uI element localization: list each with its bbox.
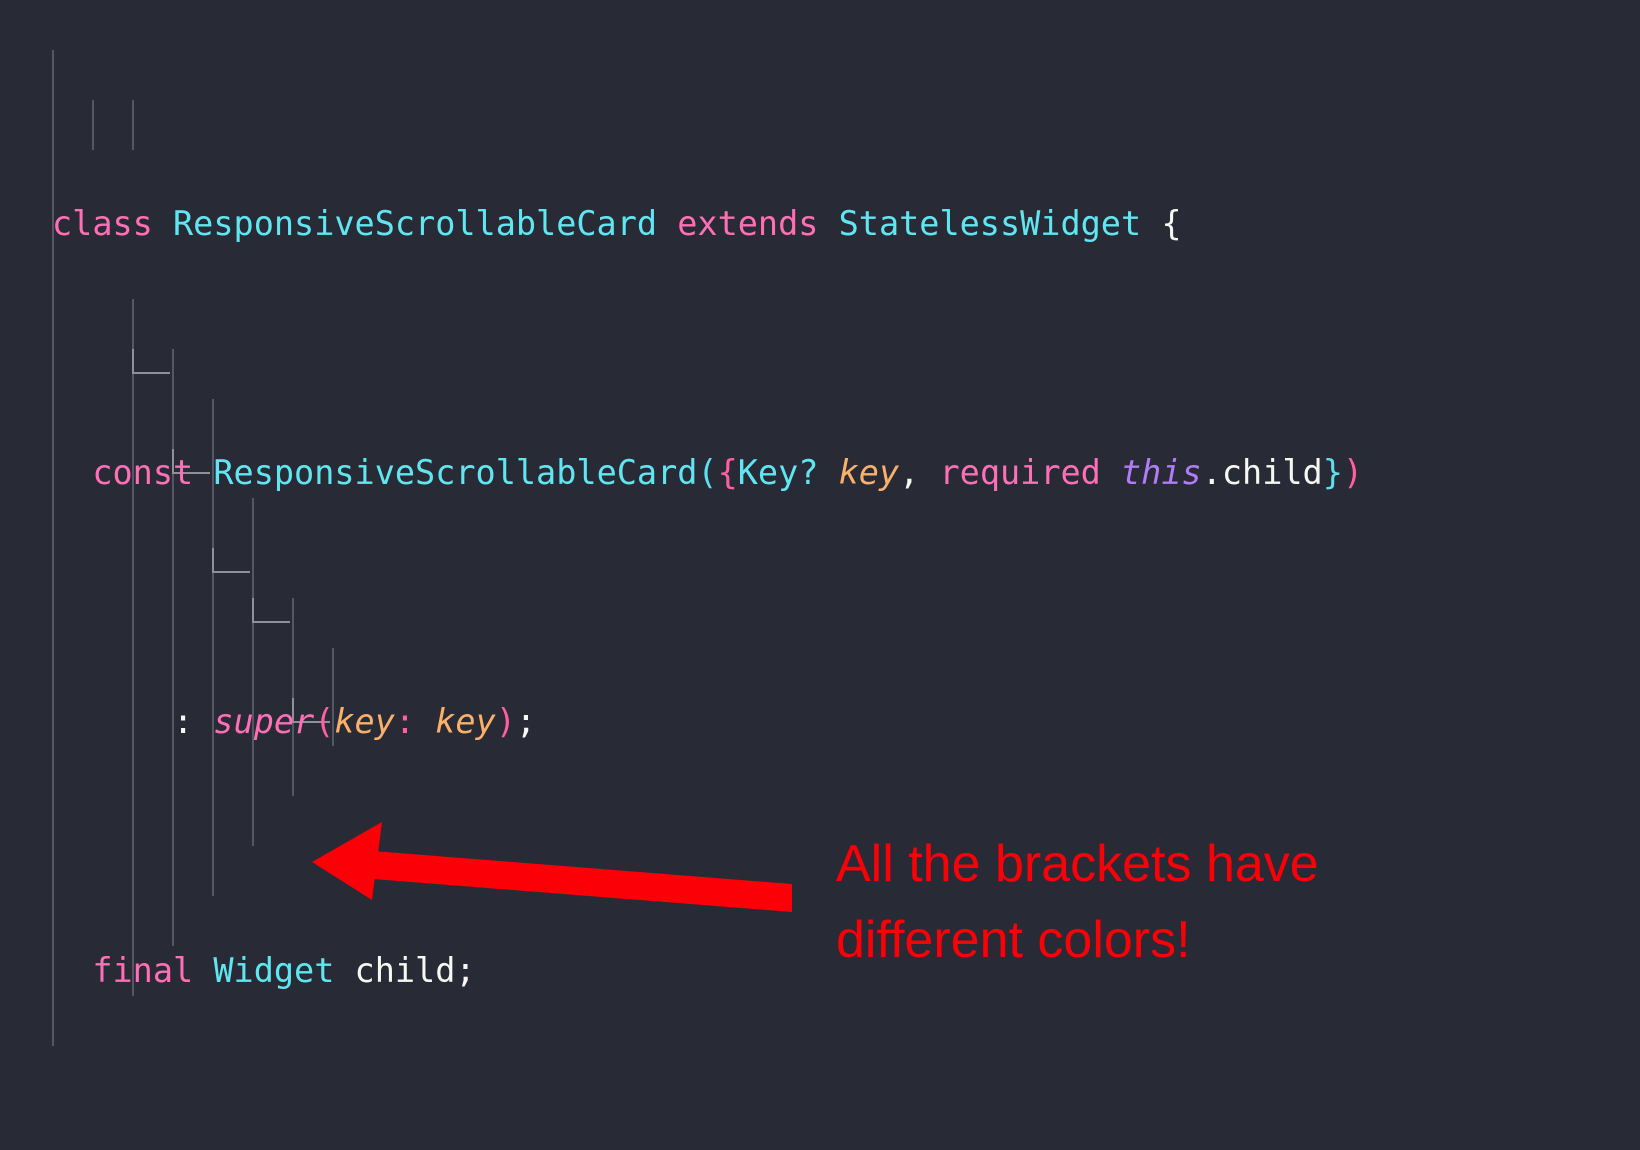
key-param: key	[838, 453, 900, 493]
semicolon: ;	[515, 702, 537, 742]
field-type: Widget	[213, 951, 335, 991]
keyword-extends: extends	[677, 204, 819, 244]
field-name: child;	[354, 951, 476, 991]
indent-elbow	[212, 548, 252, 573]
key-label: key	[334, 702, 395, 742]
indent-guide	[92, 100, 94, 150]
code-screenshot: class ResponsiveScrollableCard extends S…	[0, 0, 1640, 1150]
bracket-open-paren: (	[697, 453, 718, 493]
initializer-colon: :	[173, 702, 194, 742]
annotation-text: All the brackets have different colors!	[836, 835, 1319, 969]
member-child: .child	[1201, 453, 1323, 493]
key-value: key	[435, 702, 496, 742]
bracket-open-brace: {	[1161, 204, 1182, 244]
keyword-final: final	[92, 951, 194, 991]
code-line: class ResponsiveScrollableCard extends S…	[0, 199, 1640, 249]
indent-elbow	[132, 349, 172, 374]
key-type: Key?	[737, 453, 819, 493]
indent-guide	[52, 50, 54, 1046]
keyword-const: const	[92, 453, 194, 493]
bracket-open-brace: {	[717, 453, 738, 493]
constructor-name: ResponsiveScrollableCard	[213, 453, 698, 493]
superclass-name: StatelessWidget	[838, 204, 1142, 244]
indent-elbow	[252, 598, 292, 623]
bracket-close-brace: }	[1322, 453, 1343, 493]
keyword-super: super	[213, 702, 315, 742]
code-line: const ResponsiveScrollableCard({Key? key…	[0, 448, 1640, 498]
class-name: ResponsiveScrollableCard	[173, 204, 658, 244]
named-arg-colon: :	[394, 702, 416, 742]
indent-guide	[132, 100, 134, 150]
keyword-class: class	[52, 204, 153, 244]
bracket-close-paren: )	[495, 702, 516, 742]
bracket-close-paren: )	[1342, 453, 1364, 493]
comma: ,	[899, 453, 920, 493]
code-line: : super(key: key);	[0, 697, 1640, 747]
bracket-open-paren: (	[314, 702, 335, 742]
keyword-this: this	[1121, 453, 1202, 493]
keyword-required: required	[939, 453, 1101, 493]
